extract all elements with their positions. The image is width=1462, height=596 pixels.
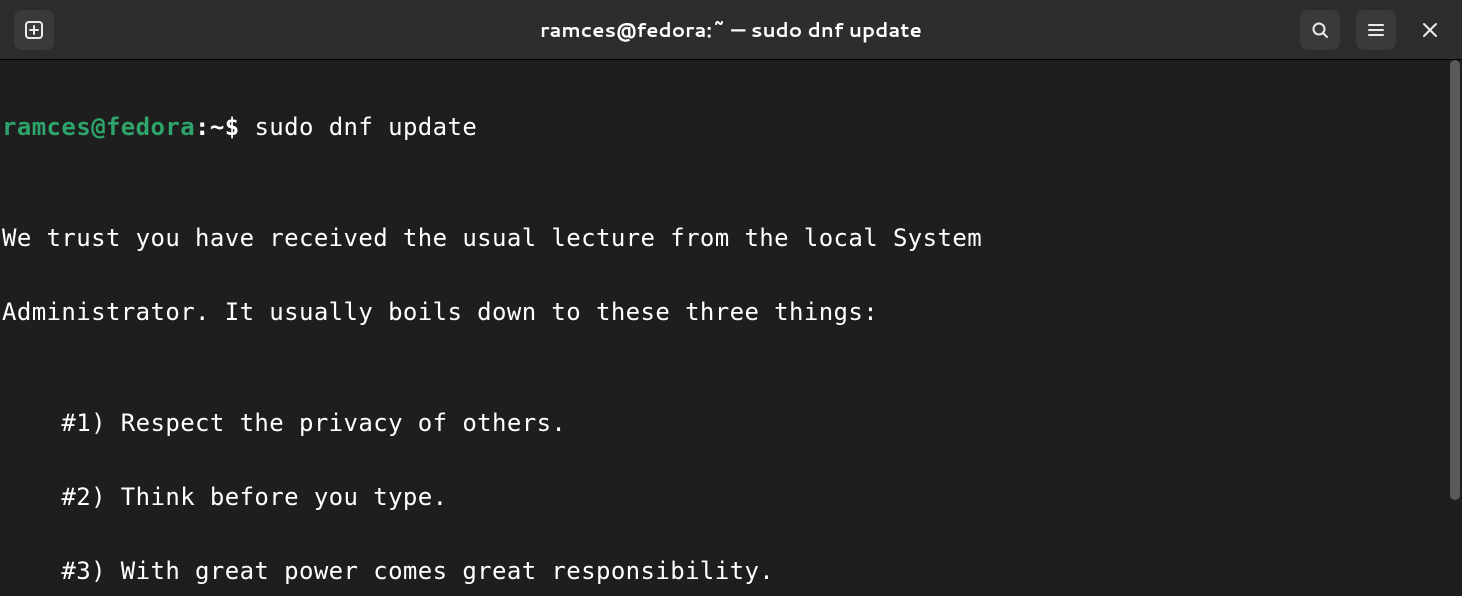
scrollbar-thumb[interactable] [1450, 60, 1460, 500]
output-line: Administrator. It usually boils down to … [2, 294, 1462, 331]
menu-button[interactable] [1356, 10, 1396, 50]
output-line: We trust you have received the usual lec… [2, 220, 1462, 257]
prompt-user-host: ramces@fedora [2, 113, 195, 141]
output-line: #2) Think before you type. [2, 479, 1462, 516]
window-title: ramces@fedora:~ — sudo dnf update [0, 16, 1462, 44]
output-line: #3) With great power comes great respons… [2, 553, 1462, 590]
prompt-path: :~$ [195, 113, 254, 141]
terminal-output[interactable]: ramces@fedora:~$ sudo dnf update We trus… [0, 60, 1462, 596]
output-line: #1) Respect the privacy of others. [2, 405, 1462, 442]
search-icon [1310, 20, 1330, 40]
close-icon [1422, 22, 1438, 38]
new-tab-icon [24, 20, 44, 40]
scrollbar[interactable] [1448, 60, 1462, 596]
new-tab-button[interactable] [14, 10, 54, 50]
hamburger-icon [1366, 20, 1386, 40]
title-bar: ramces@fedora:~ — sudo dnf update [0, 0, 1462, 60]
prompt-line: ramces@fedora:~$ sudo dnf update [2, 109, 1462, 146]
search-button[interactable] [1300, 10, 1340, 50]
prompt-command: sudo dnf update [254, 113, 477, 141]
close-button[interactable] [1412, 10, 1448, 50]
